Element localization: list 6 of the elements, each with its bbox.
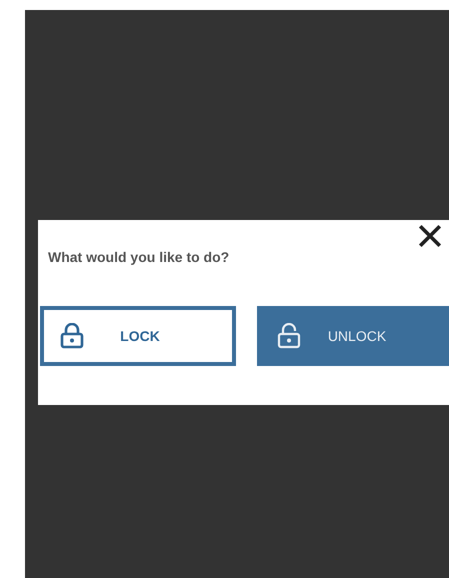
dialog-title: What would you like to do?	[48, 249, 230, 265]
lock-button[interactable]: LOCK	[40, 306, 236, 366]
close-icon[interactable]	[417, 223, 443, 249]
padlock-closed-icon	[60, 323, 84, 349]
padlock-open-icon	[277, 323, 301, 349]
unlock-button[interactable]: UNLOCK	[257, 306, 449, 366]
